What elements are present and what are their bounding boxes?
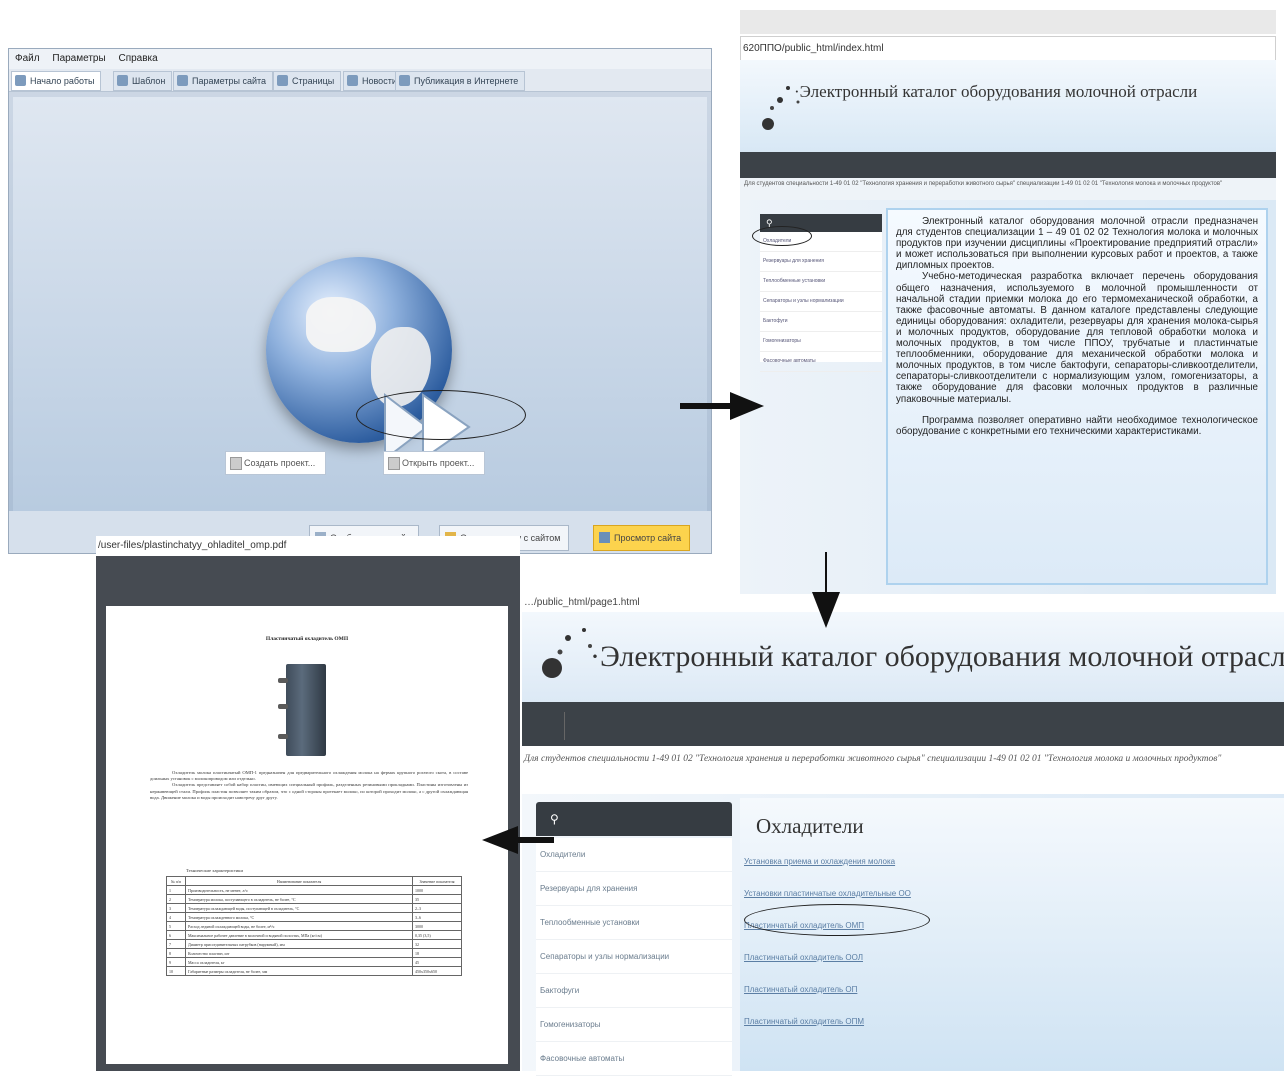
equipment-link[interactable]: Пластинчатый охладитель ОП	[744, 974, 911, 1006]
menu-file[interactable]: Файл	[15, 53, 40, 64]
equipment-link[interactable]: Пластинчатый охладитель ОПМ	[744, 1006, 911, 1038]
intro-content: Электронный каталог оборудования молочно…	[886, 208, 1268, 585]
specs-table: № п/п Наименование показателя Значение п…	[166, 876, 462, 976]
home-icon	[15, 75, 26, 86]
menu-parameters[interactable]: Параметры	[52, 53, 105, 64]
address-bar[interactable]: 620ППО/public_html/index.html	[740, 36, 1276, 62]
search-icon: ⚲	[550, 812, 559, 826]
sidebar-item-heat-exchangers[interactable]: Теплообменные установки	[760, 272, 882, 292]
table-row: 3 Температура охлаждающей воды, поступающ…	[166, 903, 462, 913]
pdf-text: Охладитель молока пластинчатый ОМП-1 пре…	[150, 770, 468, 801]
table-header-row: № п/п Наименование показателя Значение п…	[166, 876, 462, 886]
pdf-paragraph: Охладитель молока пластинчатый ОМП-1 пре…	[150, 770, 468, 782]
sidebar-header: ⚲	[536, 802, 732, 836]
intro-paragraph: Программа позволяет оперативно найти нео…	[896, 414, 1258, 437]
table-row: 10 Габаритные размеры охладителя, не боле…	[166, 966, 462, 976]
cooler-photo	[278, 664, 326, 756]
menu-bar: Файл Параметры Справка	[9, 49, 711, 69]
site-subtitle: Для студентов специальности 1-49 01 02 "…	[740, 178, 1276, 200]
address-bar[interactable]: …/public_html/page1.html	[522, 594, 1284, 612]
pdf-page: Пластинчатый охладитель ОМП Охладитель м…	[106, 606, 508, 1064]
site-title: ·Электронный каталог оборудования молочн…	[590, 640, 1284, 673]
intro-paragraph: Электронный каталог оборудования молочно…	[896, 216, 1258, 272]
tab-template[interactable]: Шаблон	[113, 71, 173, 91]
sidebar-item-coolers[interactable]: Охладители	[536, 838, 732, 872]
site-header	[740, 60, 1276, 152]
settings-icon	[177, 75, 188, 86]
pdf-title: Пластинчатый охладитель ОМП	[265, 636, 349, 642]
browser-toolbar	[740, 10, 1276, 34]
site-title: ·Электронный каталог оборудования молочн…	[794, 82, 1198, 101]
start-pane: Создать проект... Открыть проект...	[13, 97, 707, 511]
sidebar-item-bactofuges[interactable]: Бактофуги	[536, 974, 732, 1008]
table-row: 5 Расход ледяной охлаждающей воды, не бол…	[166, 921, 462, 931]
open-folder-icon	[388, 457, 400, 470]
table-row: 9 Масса охладителя, кг 45	[166, 957, 462, 967]
sidebar-item-separators[interactable]: Сепараторы и узлы нормализации	[760, 292, 882, 312]
equipment-link-list: Установка приема и охлаждения молока Уст…	[744, 846, 911, 1038]
table-row: 8 Количество пластин, шт 18	[166, 948, 462, 958]
tab-start[interactable]: Начало работы	[11, 71, 102, 91]
tab-publish[interactable]: Публикация в Интернете	[395, 71, 526, 91]
equipment-link[interactable]: Пластинчатый охладитель ООЛ	[744, 942, 911, 974]
sidebar-item-tanks[interactable]: Резервуары для хранения	[760, 252, 882, 272]
table-caption: Технические характеристики	[186, 868, 243, 873]
sidebar-menu: Охладители Резервуары для хранения Тепло…	[760, 232, 882, 372]
site-builder-window: Файл Параметры Справка Начало работы Шаб…	[8, 48, 712, 554]
ribbon-tabs: Начало работы Шаблон Параметры сайта Стр…	[9, 69, 711, 92]
template-icon	[117, 75, 128, 86]
menu-help[interactable]: Справка	[118, 53, 157, 64]
open-project-button[interactable]: Открыть проект...	[383, 451, 486, 475]
sidebar-item-bactofuges[interactable]: Бактофуги	[760, 312, 882, 332]
table-row: 7 Диаметр присоединительных патрубков (на…	[166, 939, 462, 949]
table-row: 4 Температура охлажденного молока, °С 3–6	[166, 912, 462, 922]
table-row: 1 Производительность, не менее, л/ч 1000	[166, 885, 462, 895]
highlight-ellipse-open-project	[356, 390, 526, 440]
pdf-viewer: /user-files/plastinchatyy_ohladitel_omp.…	[96, 536, 520, 1071]
news-icon	[347, 75, 358, 86]
pdf-paragraph: Охладитель представляет собой набор плас…	[150, 782, 468, 800]
highlight-ellipse-omp-link	[744, 904, 930, 936]
preview-site-button[interactable]: Просмотр сайта	[593, 525, 691, 551]
address-bar[interactable]: /user-files/plastinchatyy_ohladitel_omp.…	[96, 536, 520, 556]
tab-pages[interactable]: Страницы	[273, 71, 342, 91]
nav-bar	[740, 152, 1276, 178]
coolers-category-page: …/public_html/page1.html ·Электронный ка…	[522, 594, 1284, 1076]
sidebar-item-heat-exchangers[interactable]: Теплообменные установки	[536, 906, 732, 940]
new-document-icon	[230, 457, 242, 470]
sidebar-menu: Охладители Резервуары для хранения Тепло…	[536, 838, 732, 1076]
publish-icon	[399, 75, 410, 86]
highlight-ellipse-coolers	[752, 226, 812, 246]
sidebar-item-packaging[interactable]: Фасовочные автоматы	[760, 352, 882, 372]
intro-paragraph: Учебно-методическая разработка включает …	[896, 271, 1258, 405]
tab-site-settings[interactable]: Параметры сайта	[173, 71, 274, 91]
magnifier-icon	[599, 532, 610, 543]
sidebar-item-tanks[interactable]: Резервуары для хранения	[536, 872, 732, 906]
catalog-home-page: 620ППО/public_html/index.html ·Электронн…	[740, 10, 1276, 594]
nav-bar	[522, 702, 1284, 746]
category-heading: Охладители	[756, 814, 864, 838]
sidebar-item-homogenizers[interactable]: Гомогенизаторы	[760, 332, 882, 352]
table-row: 2 Температура молока, поступающего в охла…	[166, 894, 462, 904]
table-row: 6 Максимальное рабочее давление в молочно…	[166, 930, 462, 940]
create-project-button[interactable]: Создать проект...	[225, 451, 327, 475]
pages-icon	[277, 75, 288, 86]
sidebar-item-homogenizers[interactable]: Гомогенизаторы	[536, 1008, 732, 1042]
equipment-link[interactable]: Установка приема и охлаждения молока	[744, 846, 911, 878]
milk-splash-logo-icon	[762, 86, 800, 130]
sidebar-item-separators[interactable]: Сепараторы и узлы нормализации	[536, 940, 732, 974]
site-subtitle: Для студентов специальности 1-49 01 02 "…	[524, 754, 1222, 764]
